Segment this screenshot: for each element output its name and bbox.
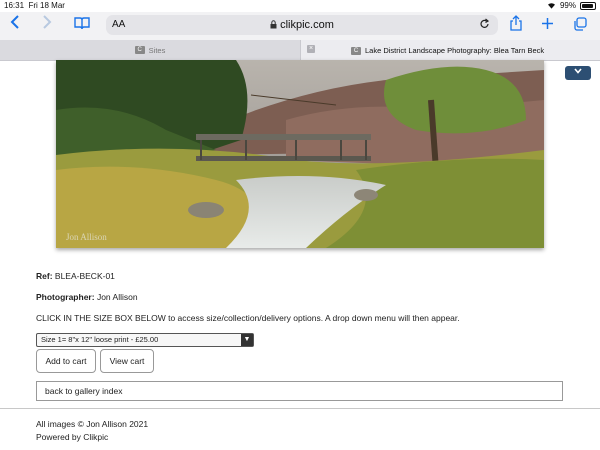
powered-by-link[interactable]: Powered by Clikpic (36, 432, 108, 442)
ref-label: Ref: (36, 271, 53, 281)
tab-label: Lake District Landscape Photography: Ble… (365, 46, 545, 55)
book-icon[interactable] (74, 17, 90, 30)
menu-toggle-button[interactable] (565, 66, 591, 80)
landscape-photo: Jon Allison (56, 60, 544, 248)
tab-blea-tarn-beck[interactable]: × C Lake District Landscape Photography:… (301, 40, 600, 60)
url-display[interactable]: clikpic.com (106, 19, 498, 31)
copyright-text: All images © Jon Allison 2021 (36, 419, 149, 429)
size-selected-value: Size 1= 8"x 12" loose print - £25.00 (41, 335, 159, 344)
battery-icon (580, 1, 596, 10)
browser-toolbar: AA clikpic.com (0, 12, 600, 40)
share-icon[interactable] (510, 15, 522, 31)
ref-value: BLEA-BECK-01 (54, 271, 115, 281)
svg-text:Jon Allison: Jon Allison (66, 232, 107, 242)
footer-divider (0, 408, 600, 409)
url-text: clikpic.com (280, 19, 334, 31)
wifi-icon (547, 3, 555, 9)
chevron-right-icon[interactable] (42, 14, 52, 30)
address-bar[interactable]: AA clikpic.com (106, 15, 498, 35)
photographer-value: Jon Allison (96, 292, 138, 302)
photographer-label: Photographer: (36, 292, 95, 302)
add-to-cart-button[interactable]: Add to cart (36, 349, 96, 373)
chevron-down-icon (574, 68, 582, 74)
instructions-text: CLICK IN THE SIZE BOX BELOW to access si… (36, 313, 460, 323)
size-select[interactable]: Size 1= 8"x 12" loose print - £25.00 ▼ (36, 333, 254, 347)
battery-percentage: 99% (559, 1, 576, 10)
tab-bar: C Sites × C Lake District Landscape Phot… (0, 40, 600, 61)
chevron-left-icon[interactable] (10, 14, 20, 30)
plus-icon[interactable] (541, 17, 554, 30)
close-tab-icon[interactable]: × (307, 45, 315, 53)
photographer-line: Photographer: Jon Allison (36, 292, 138, 302)
status-right: 99% (547, 1, 596, 10)
clikpic-favicon-icon: C (351, 46, 361, 55)
clikpic-favicon-icon: C (134, 46, 145, 54)
reload-icon[interactable] (479, 18, 490, 30)
status-bar: 16:31 Fri 18 Mar 99% (0, 0, 600, 12)
lock-icon (270, 20, 277, 29)
tab-label: Sites (148, 45, 166, 55)
tabs-icon[interactable] (573, 17, 587, 31)
tab-sites[interactable]: C Sites (0, 40, 301, 60)
ref-line: Ref: BLEA-BECK-01 (36, 271, 115, 281)
back-to-gallery-link[interactable]: back to gallery index (36, 381, 563, 401)
view-cart-button[interactable]: View cart (100, 349, 154, 373)
dropdown-arrow-icon: ▼ (241, 334, 253, 346)
status-time: 16:31 Fri 18 Mar (4, 1, 65, 10)
